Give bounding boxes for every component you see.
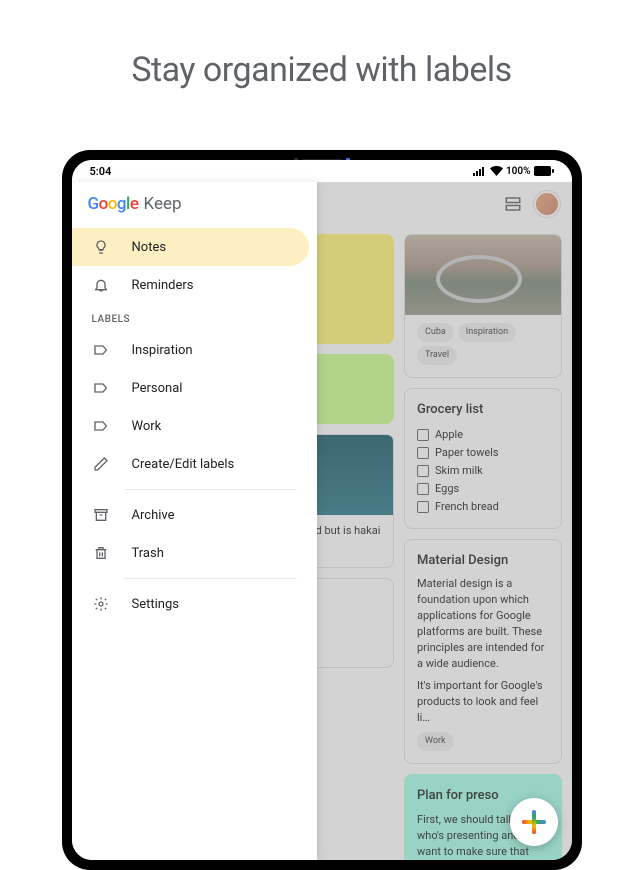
drawer-item-reminders[interactable]: Reminders bbox=[72, 266, 309, 304]
divider bbox=[124, 489, 297, 490]
bell-icon bbox=[92, 276, 110, 294]
battery-percent: 100% bbox=[506, 166, 531, 177]
drawer-label: Settings bbox=[132, 597, 179, 612]
battery-icon bbox=[534, 166, 554, 176]
drawer-scrim[interactable] bbox=[317, 182, 572, 860]
status-right: 100% bbox=[473, 166, 554, 177]
status-bar: 5:04 100% bbox=[72, 160, 572, 182]
navigation-drawer: Google Keep Notes Reminders LABELS Inspi… bbox=[72, 182, 317, 860]
pencil-icon bbox=[92, 455, 110, 473]
drawer-label: Work bbox=[132, 419, 162, 434]
drawer-label: Notes bbox=[132, 240, 167, 255]
drawer-header: Google Keep bbox=[72, 182, 317, 228]
drawer-item-notes[interactable]: Notes bbox=[72, 228, 309, 266]
drawer-item-edit-labels[interactable]: Create/Edit labels bbox=[72, 445, 309, 483]
drawer-item-personal[interactable]: Personal bbox=[72, 369, 309, 407]
label-icon bbox=[92, 417, 110, 435]
hero-title: Stay organized with labels bbox=[0, 0, 643, 130]
lightbulb-icon bbox=[92, 238, 110, 256]
drawer-item-work[interactable]: Work bbox=[72, 407, 309, 445]
drawer-item-inspiration[interactable]: Inspiration bbox=[72, 331, 309, 369]
trash-icon bbox=[92, 544, 110, 562]
divider bbox=[124, 578, 297, 579]
drawer-item-archive[interactable]: Archive bbox=[72, 496, 309, 534]
archive-icon bbox=[92, 506, 110, 524]
signal-icon bbox=[473, 166, 487, 176]
drawer-label: Create/Edit labels bbox=[132, 457, 235, 472]
drawer-label: Archive bbox=[132, 508, 175, 523]
drawer-label: Inspiration bbox=[132, 343, 193, 358]
google-logo: Google bbox=[88, 194, 139, 214]
label-icon bbox=[92, 341, 110, 359]
main-content: out with Gen bout launch uad e in Calend… bbox=[317, 182, 572, 860]
drawer-item-trash[interactable]: Trash bbox=[72, 534, 309, 572]
status-time: 5:04 bbox=[90, 165, 112, 178]
tablet-frame: 5:04 100% Google Keep Notes bbox=[62, 150, 582, 870]
gear-icon bbox=[92, 595, 110, 613]
drawer-label: Personal bbox=[132, 381, 183, 396]
fab-add-note[interactable] bbox=[510, 798, 558, 846]
wifi-icon bbox=[490, 166, 503, 176]
drawer-label: Reminders bbox=[132, 278, 194, 293]
plus-icon bbox=[522, 810, 546, 834]
keep-logo-text: Keep bbox=[144, 194, 182, 214]
drawer-item-settings[interactable]: Settings bbox=[72, 585, 309, 623]
label-icon bbox=[92, 379, 110, 397]
drawer-label: Trash bbox=[132, 546, 164, 561]
screen: 5:04 100% Google Keep Notes bbox=[72, 160, 572, 860]
drawer-section-labels: LABELS bbox=[72, 304, 317, 331]
